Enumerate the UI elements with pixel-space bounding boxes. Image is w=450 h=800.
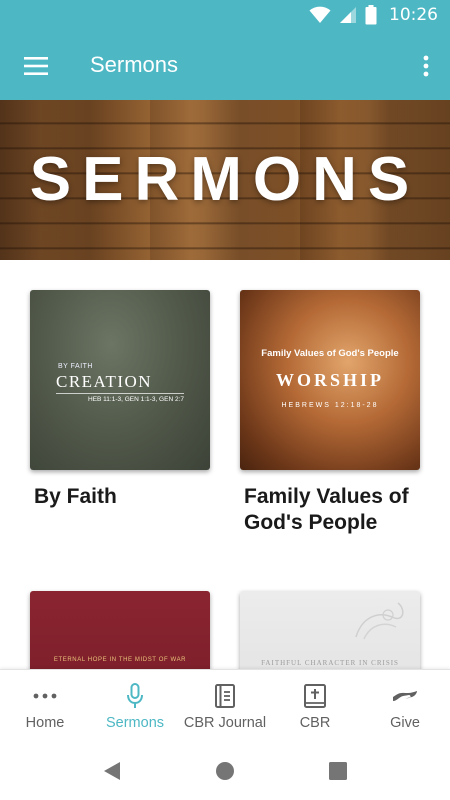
give-hand-icon bbox=[393, 691, 417, 701]
nav-item-home[interactable]: Home bbox=[0, 670, 90, 742]
back-triangle-icon bbox=[104, 762, 120, 780]
battery-icon bbox=[365, 5, 377, 25]
sermon-artwork-family-values[interactable]: Family Values of God's People WORSHIP HE… bbox=[240, 290, 420, 470]
artwork-text: Family Values of God's People bbox=[261, 348, 399, 359]
bottom-navigation: Home Sermons CBR Journal CBR Give bbox=[0, 669, 450, 741]
nav-label: Sermons bbox=[105, 715, 165, 731]
status-time: 10:26 bbox=[389, 5, 438, 25]
recents-square-icon bbox=[329, 762, 347, 780]
sermon-grid: BY FAITH CREATION HEB 11:1-3, GEN 1:1-3,… bbox=[0, 260, 450, 669]
sermons-banner: SERMONS bbox=[0, 100, 450, 260]
bible-icon bbox=[304, 684, 326, 708]
home-button[interactable] bbox=[212, 758, 238, 784]
artwork-text: FAITHFUL CHARACTER IN CRISIS bbox=[261, 659, 399, 667]
artwork-text: CREATION bbox=[56, 372, 153, 391]
nav-item-cbr[interactable]: CBR bbox=[270, 670, 360, 742]
hamburger-menu-button[interactable] bbox=[12, 42, 60, 90]
sermon-artwork-eternal-hope[interactable]: ETERNAL HOPE IN THE MIDST OF WAR bbox=[30, 591, 210, 669]
sermon-title[interactable]: Family Values of God's People bbox=[244, 484, 434, 536]
nav-label: CBR bbox=[299, 715, 331, 731]
divider bbox=[56, 393, 184, 394]
screen: 10:26 Sermons SERMONS BY FAITH CREATION … bbox=[0, 0, 450, 800]
nav-label: CBR Journal bbox=[183, 715, 267, 731]
nav-label: Home bbox=[25, 715, 65, 731]
wifi-icon bbox=[309, 6, 331, 23]
overflow-menu-button[interactable] bbox=[410, 42, 442, 90]
more-vertical-icon bbox=[423, 55, 429, 77]
sermon-artwork-by-faith[interactable]: BY FAITH CREATION HEB 11:1-3, GEN 1:1-3,… bbox=[30, 290, 210, 470]
nav-item-cbr-journal[interactable]: CBR Journal bbox=[180, 670, 270, 742]
hamburger-menu-icon bbox=[24, 57, 48, 75]
artwork-text: HEBREWS 12:18-28 bbox=[281, 402, 379, 409]
signal-icon bbox=[340, 7, 356, 23]
recents-button[interactable] bbox=[325, 758, 351, 784]
page-title: Sermons bbox=[90, 52, 179, 77]
journal-icon bbox=[215, 684, 235, 708]
status-icons: 10:26 bbox=[309, 5, 438, 25]
nav-item-give[interactable]: Give bbox=[360, 670, 450, 742]
back-button[interactable] bbox=[99, 758, 125, 784]
app-bar: Sermons bbox=[0, 32, 450, 100]
system-navigation-bar bbox=[0, 741, 450, 800]
artwork-text: ETERNAL HOPE IN THE MIDST OF WAR bbox=[53, 657, 187, 663]
banner-title: SERMONS bbox=[29, 145, 421, 214]
ornament-icon bbox=[355, 602, 404, 640]
artwork-text: WORSHIP bbox=[275, 370, 384, 390]
nav-label: Give bbox=[390, 715, 420, 731]
nav-item-sermons[interactable]: Sermons bbox=[90, 670, 180, 742]
microphone-icon bbox=[127, 683, 143, 708]
more-horizontal-icon bbox=[33, 693, 57, 699]
home-circle-icon bbox=[216, 762, 234, 780]
artwork-text: HEB 11:1-3, GEN 1:1-3, GEN 2:7 bbox=[88, 396, 184, 403]
sermon-title[interactable]: By Faith bbox=[34, 484, 224, 510]
sermon-artwork-faithful-character[interactable]: FAITHFUL CHARACTER IN CRISIS bbox=[240, 591, 420, 669]
status-bar: 10:26 bbox=[0, 0, 450, 32]
artwork-text: BY FAITH bbox=[58, 363, 93, 370]
